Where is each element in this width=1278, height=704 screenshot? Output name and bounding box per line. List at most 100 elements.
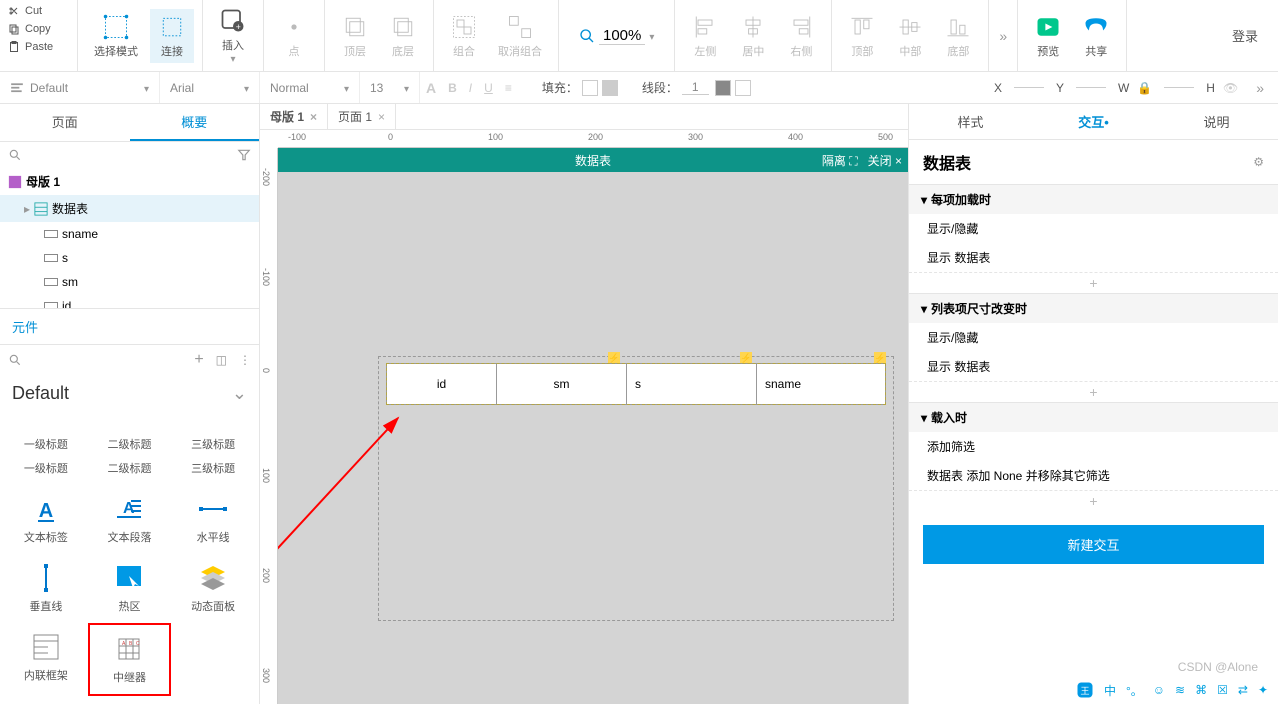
- interaction-item[interactable]: 显示/隐藏: [909, 323, 1278, 352]
- tab-style[interactable]: 样式: [909, 104, 1032, 139]
- close-icon[interactable]: ×: [378, 110, 385, 124]
- section-head[interactable]: ▾每项加载时: [909, 185, 1278, 214]
- add-action-button[interactable]: +: [909, 272, 1278, 293]
- tree-repeater[interactable]: ▸数据表: [0, 195, 259, 222]
- widget-repeater[interactable]: ABC中继器: [88, 623, 172, 696]
- bottom-tool[interactable]: ⌘: [1195, 683, 1207, 697]
- new-interaction-button[interactable]: 新建交互: [923, 525, 1264, 564]
- copy-button[interactable]: Copy: [0, 20, 77, 38]
- coord-y-input[interactable]: [1076, 87, 1106, 88]
- bottom-tool[interactable]: ✦: [1258, 683, 1268, 697]
- outline-search-input[interactable]: [28, 148, 231, 162]
- size-selector[interactable]: 13: [360, 72, 420, 103]
- bottom-tool[interactable]: °。: [1126, 682, 1143, 699]
- lock-icon[interactable]: 🔒: [1137, 81, 1152, 95]
- bullets-button[interactable]: ≡: [499, 81, 518, 95]
- underline-button[interactable]: U: [478, 81, 499, 95]
- format-overflow[interactable]: [1242, 80, 1278, 96]
- login-button[interactable]: 登录: [1212, 0, 1278, 71]
- visibility-icon[interactable]: 👁: [1223, 81, 1238, 95]
- bottom-tool[interactable]: ⇄: [1238, 683, 1248, 697]
- coord-x-input[interactable]: [1014, 87, 1044, 88]
- repeater-cell[interactable]: sm: [497, 364, 627, 404]
- line-width-input[interactable]: 1: [682, 80, 709, 95]
- bottom-tool[interactable]: 中: [1104, 682, 1116, 699]
- close-icon[interactable]: ×: [310, 110, 317, 124]
- coord-w-input[interactable]: [1164, 87, 1194, 88]
- point-group: 点: [264, 0, 325, 71]
- tree-child[interactable]: s: [0, 246, 259, 270]
- tab-outline[interactable]: 概要: [130, 104, 260, 141]
- tree-child[interactable]: sname: [0, 222, 259, 246]
- repeater-widget[interactable]: id sm s sname: [386, 363, 886, 405]
- canvas-viewport[interactable]: 数据表 隔离 ⛶ 关闭 × ⚡ ⚡ ⚡ id sm s sname: [278, 148, 908, 704]
- widget-search-input[interactable]: [28, 353, 188, 367]
- canvas-tab[interactable]: 母版 1×: [260, 104, 328, 129]
- isolate-button[interactable]: 隔离 ⛶: [822, 152, 858, 169]
- italic-button[interactable]: I: [463, 81, 478, 95]
- cut-button[interactable]: Cut: [0, 2, 77, 20]
- widget-h2[interactable]: 二级标题二级标题: [88, 420, 172, 485]
- interaction-item[interactable]: 显示/隐藏: [909, 214, 1278, 243]
- format-toolbar: Default Arial Normal 13 A B I U ≡ 填充： 线段…: [0, 72, 1278, 104]
- bottom-tool[interactable]: ☒: [1217, 683, 1228, 697]
- close-isolation-button[interactable]: 关闭 ×: [868, 152, 902, 169]
- select-mode-button[interactable]: 选择模式: [86, 9, 146, 63]
- repeater-cell[interactable]: sname: [757, 364, 885, 404]
- add-action-button[interactable]: +: [909, 490, 1278, 511]
- coord-w-label: W: [1114, 81, 1133, 95]
- canvas-tab[interactable]: 页面 1×: [328, 104, 396, 129]
- add-action-button[interactable]: +: [909, 381, 1278, 402]
- section-head[interactable]: ▾列表项尺寸改变时: [909, 294, 1278, 323]
- library-icon[interactable]: ◫: [216, 353, 227, 367]
- font-selector[interactable]: Arial: [160, 72, 260, 103]
- bottom-tool[interactable]: ≋: [1175, 683, 1185, 697]
- line-style-swatch[interactable]: [735, 80, 751, 96]
- style-selector[interactable]: Default: [0, 72, 160, 103]
- filter-icon[interactable]: [237, 148, 251, 162]
- interaction-item[interactable]: 显示 数据表: [909, 243, 1278, 272]
- section-head[interactable]: ▾载入时: [909, 403, 1278, 432]
- widget-label[interactable]: A文本标签: [4, 485, 88, 554]
- app-badge-icon[interactable]: 王: [1076, 681, 1094, 699]
- interaction-item[interactable]: 添加筛选: [909, 432, 1278, 461]
- library-menu-button[interactable]: ⋮: [239, 353, 251, 367]
- add-library-button[interactable]: +: [194, 351, 203, 369]
- fill-color-swatch[interactable]: [582, 80, 598, 96]
- weight-selector[interactable]: Normal: [260, 72, 360, 103]
- repeater-cell[interactable]: id: [387, 364, 497, 404]
- ungroup-button: 取消组合: [490, 9, 550, 63]
- widget-h3[interactable]: 三级标题三级标题: [171, 420, 255, 485]
- library-selector[interactable]: Default⌄: [0, 375, 259, 412]
- interaction-item[interactable]: 显示 数据表: [909, 352, 1278, 381]
- tree-master[interactable]: 母版 1: [0, 168, 259, 195]
- settings-icon[interactable]: ⚙: [1253, 155, 1264, 169]
- insert-button[interactable]: +插入: [211, 3, 255, 69]
- widget-paragraph[interactable]: A文本段落: [88, 485, 172, 554]
- tab-notes[interactable]: 说明: [1155, 104, 1278, 139]
- bold-button[interactable]: B: [442, 81, 463, 95]
- widget-hr[interactable]: 水平线: [171, 485, 255, 554]
- tree-child[interactable]: id: [0, 294, 259, 308]
- widget-vr[interactable]: 垂直线: [4, 554, 88, 623]
- bottom-tool[interactable]: ☺: [1153, 683, 1165, 697]
- share-button[interactable]: 共享: [1074, 9, 1118, 63]
- interaction-item[interactable]: 数据表 添加 None 并移除其它筛选: [909, 461, 1278, 490]
- widget-dynamic-panel[interactable]: 动态面板: [171, 554, 255, 623]
- connect-button[interactable]: 连接: [150, 9, 194, 63]
- repeater-cell[interactable]: s: [627, 364, 757, 404]
- preview-button[interactable]: 预览: [1026, 9, 1070, 63]
- widget-iframe[interactable]: 内联框架: [4, 623, 88, 696]
- widget-h1[interactable]: 一级标题一级标题: [4, 420, 88, 485]
- fill-color-swatch-2[interactable]: [602, 80, 618, 96]
- fill-label: 填充：: [538, 79, 582, 96]
- tab-pages[interactable]: 页面: [0, 104, 130, 141]
- widget-hotspot[interactable]: 热区: [88, 554, 172, 623]
- zoom-control[interactable]: 100%: [579, 27, 654, 45]
- tab-interactions[interactable]: 交互: [1032, 104, 1155, 139]
- line-color-swatch[interactable]: [715, 80, 731, 96]
- paste-button[interactable]: Paste: [0, 38, 77, 56]
- tree-child[interactable]: sm: [0, 270, 259, 294]
- text-color-button[interactable]: A: [420, 80, 442, 96]
- toolbar-overflow[interactable]: [989, 0, 1017, 71]
